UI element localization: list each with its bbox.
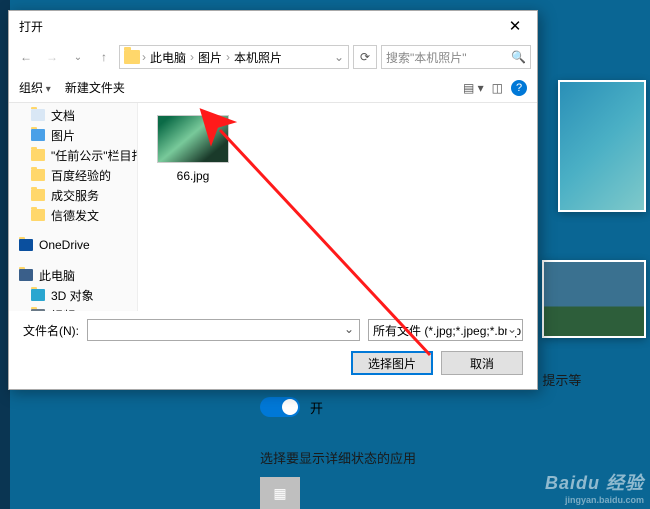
search-input[interactable]: 搜索"本机照片" 🔍: [381, 45, 531, 69]
toggle-label: 开: [310, 398, 323, 417]
filename-label: 文件名(N):: [23, 322, 79, 339]
tree-item: 图片: [9, 125, 137, 145]
nav-bar: ← → ⌄ ↑ › 此电脑 › 图片 › 本机照片 ⌄ ⟳ 搜索"本机照片" 🔍: [9, 41, 537, 73]
folder-icon: [124, 50, 140, 64]
tree-item: 文档: [9, 105, 137, 125]
close-button[interactable]: ✕: [495, 12, 535, 40]
folder-icon: [31, 169, 45, 181]
toggle-switch[interactable]: 开: [260, 397, 323, 417]
newfolder-button[interactable]: 新建文件夹: [65, 79, 125, 96]
tree-item: "任前公示"栏目打: [9, 145, 137, 165]
search-icon: 🔍: [511, 50, 526, 64]
open-file-dialog: 打开 ✕ ← → ⌄ ↑ › 此电脑 › 图片 › 本机照片 ⌄ ⟳ 搜索"本机…: [8, 10, 538, 390]
titlebar: 打开 ✕: [9, 11, 537, 41]
cancel-button[interactable]: 取消: [441, 351, 523, 375]
help-icon[interactable]: ?: [511, 80, 527, 96]
path-dropdown-icon[interactable]: ⌄: [334, 50, 344, 64]
up-button[interactable]: ↑: [93, 46, 115, 68]
folder-icon: [31, 209, 45, 221]
nav-tree[interactable]: 文档 图片 "任前公示"栏目打 百度经验的 成交服务 信德发文 OneDrive…: [9, 103, 137, 311]
folder-icon: [31, 149, 45, 161]
video-icon: [31, 309, 45, 311]
file-thumbnail: [157, 115, 229, 163]
file-name: 66.jpg: [150, 169, 236, 183]
file-item[interactable]: 66.jpg: [150, 115, 236, 183]
open-button[interactable]: 选择图片: [351, 351, 433, 375]
tree-item: 3D 对象: [9, 285, 137, 305]
file-list[interactable]: 66.jpg: [137, 103, 537, 311]
window-title: 打开: [19, 18, 495, 35]
app-selector[interactable]: ▦: [260, 477, 300, 509]
onedrive-icon: [19, 239, 33, 251]
tree-item: 此电脑: [9, 265, 137, 285]
wallpaper-thumb[interactable]: [542, 260, 646, 338]
3d-icon: [31, 289, 45, 301]
folder-icon: [31, 189, 45, 201]
recent-dropdown[interactable]: ⌄: [67, 46, 89, 68]
toolbar: 组织 新建文件夹 ▤ ▾ ◫ ?: [9, 73, 537, 103]
wallpaper-thumb[interactable]: [558, 80, 646, 212]
settings-text: 选择要显示详细状态的应用: [260, 448, 630, 467]
breadcrumb[interactable]: › 此电脑 › 图片 › 本机照片 ⌄: [119, 45, 349, 69]
organize-menu[interactable]: 组织: [19, 79, 51, 96]
watermark: Baidu 经验 jingyan.baidu.com: [545, 469, 644, 505]
filetype-dropdown[interactable]: 所有文件 (*.jpg;*.jpeg;*.bmp;*.: [368, 319, 523, 341]
tree-item: 百度经验的: [9, 165, 137, 185]
tree-item: 成交服务: [9, 185, 137, 205]
preview-toggle[interactable]: ◫: [492, 81, 503, 95]
filename-input[interactable]: [87, 319, 360, 341]
search-placeholder: 搜索"本机照片": [386, 49, 467, 66]
dialog-footer: 文件名(N): 所有文件 (*.jpg;*.jpeg;*.bmp;*. 选择图片…: [9, 311, 537, 389]
forward-button[interactable]: →: [41, 46, 63, 68]
document-icon: [31, 109, 45, 121]
tree-item: OneDrive: [9, 235, 137, 255]
view-options[interactable]: ▤ ▾: [463, 81, 484, 95]
thispc-icon: [19, 269, 33, 281]
crumb[interactable]: 本机照片: [232, 49, 284, 66]
crumb[interactable]: 图片: [196, 49, 224, 66]
back-button[interactable]: ←: [15, 46, 37, 68]
pictures-icon: [31, 129, 45, 141]
refresh-button[interactable]: ⟳: [353, 45, 377, 69]
tree-item: 信德发文: [9, 205, 137, 225]
crumb[interactable]: 此电脑: [148, 49, 188, 66]
